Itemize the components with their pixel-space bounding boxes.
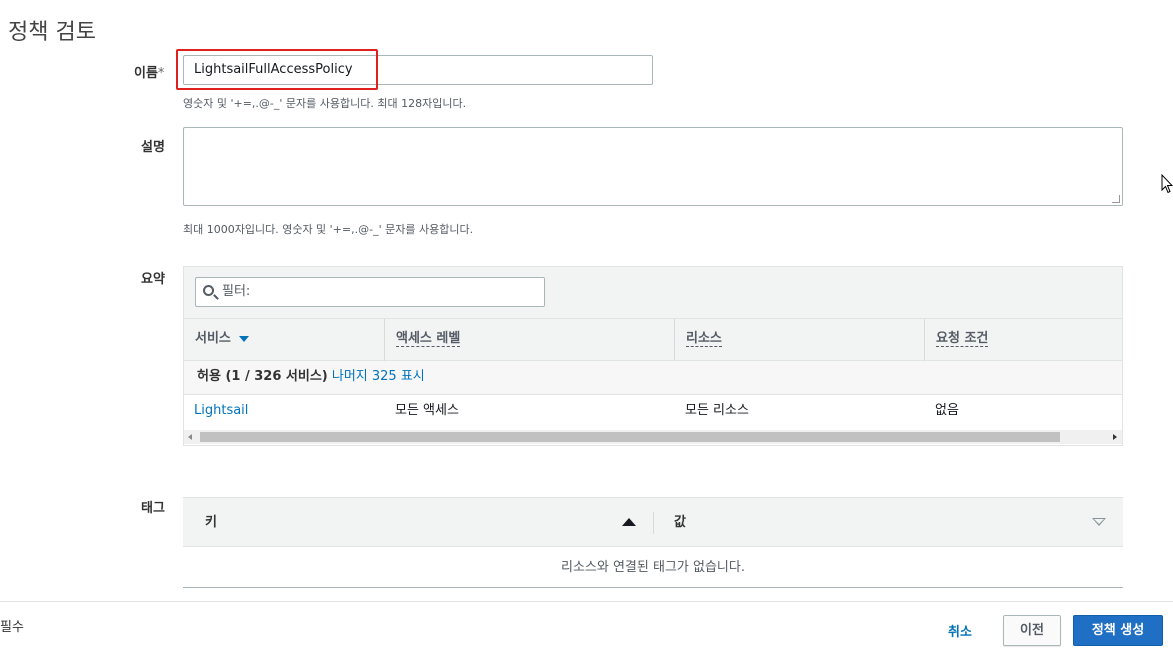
column-service[interactable]: 서비스: [184, 319, 384, 361]
column-resource[interactable]: 리소스: [674, 319, 924, 361]
service-link[interactable]: Lightsail: [194, 395, 248, 427]
summary-label: 요약: [141, 272, 165, 287]
create-policy-button[interactable]: 정책 생성: [1073, 615, 1163, 646]
column-key[interactable]: 키: [205, 498, 217, 547]
resize-grip[interactable]: [1112, 195, 1120, 203]
policy-name-input[interactable]: LightsailFullAccessPolicy: [183, 55, 653, 85]
show-remaining-link[interactable]: 나머지 325 표시: [332, 369, 425, 384]
previous-button[interactable]: 이전: [1003, 615, 1061, 646]
sort-down-icon: [238, 335, 249, 342]
required-mark: *: [157, 66, 165, 81]
search-icon: [203, 285, 214, 296]
summary-header: 서비스 액세스 레벨 리소스 요청 조건: [184, 319, 1122, 361]
name-label: 이름*: [134, 66, 165, 81]
summary-toolbar: 필터:: [184, 267, 1122, 319]
group-label: 허용 (1 / 326 서비스): [197, 369, 328, 384]
scroll-right-icon[interactable]: [1113, 434, 1117, 440]
condition-cell: 없음: [935, 403, 959, 418]
horizontal-scrollbar[interactable]: [184, 430, 1122, 444]
resource-cell: 모든 리소스: [685, 403, 749, 418]
name-hint: 영숫자 및 '+=,.@-_' 문자를 사용합니다. 최대 128자입니다.: [183, 97, 467, 110]
column-request-condition[interactable]: 요청 조건: [924, 319, 1124, 361]
review-policy-page: 정책 검토 이름* LightsailFullAccessPolicy 영숫자 …: [0, 0, 1173, 656]
footer-bar: 필수 취소 이전 정책 생성: [0, 601, 1173, 656]
page-title: 정책 검토: [8, 20, 96, 45]
scrollbar-thumb[interactable]: [200, 432, 1060, 442]
description-hint: 최대 1000자입니다. 영숫자 및 '+=,.@-_' 문자를 사용합니다.: [183, 223, 474, 236]
tags-table: 키 값 리소스와 연결된 태그가 없습니다.: [183, 497, 1123, 588]
mouse-cursor-icon: [1161, 174, 1173, 194]
access-level-cell: 모든 액세스: [395, 403, 459, 418]
filter-input[interactable]: 필터:: [195, 277, 545, 307]
sort-down-icon[interactable]: [1092, 518, 1106, 526]
column-access-level[interactable]: 액세스 레벨: [384, 319, 674, 361]
empty-tags-message: 리소스와 연결된 태그가 없습니다.: [183, 547, 1123, 588]
column-value[interactable]: 값: [674, 498, 686, 547]
description-textarea[interactable]: [183, 127, 1123, 206]
tags-header: 키 값: [183, 498, 1123, 547]
sort-up-icon[interactable]: [622, 518, 636, 526]
column-divider: [653, 512, 654, 534]
summary-table: 필터: 서비스 액세스 레벨 리소스 요청 조건 허용 (1 / 326 서비스…: [183, 266, 1123, 446]
cancel-button[interactable]: 취소: [948, 621, 972, 640]
scroll-left-icon[interactable]: [188, 434, 192, 440]
description-label: 설명: [141, 140, 165, 155]
allow-group-row: 허용 (1 / 326 서비스) 나머지 325 표시: [184, 361, 1122, 395]
table-row: Lightsail 모든 액세스 모든 리소스 없음: [184, 395, 1122, 427]
required-note: 필수: [0, 620, 24, 635]
tags-label: 태그: [141, 501, 165, 516]
